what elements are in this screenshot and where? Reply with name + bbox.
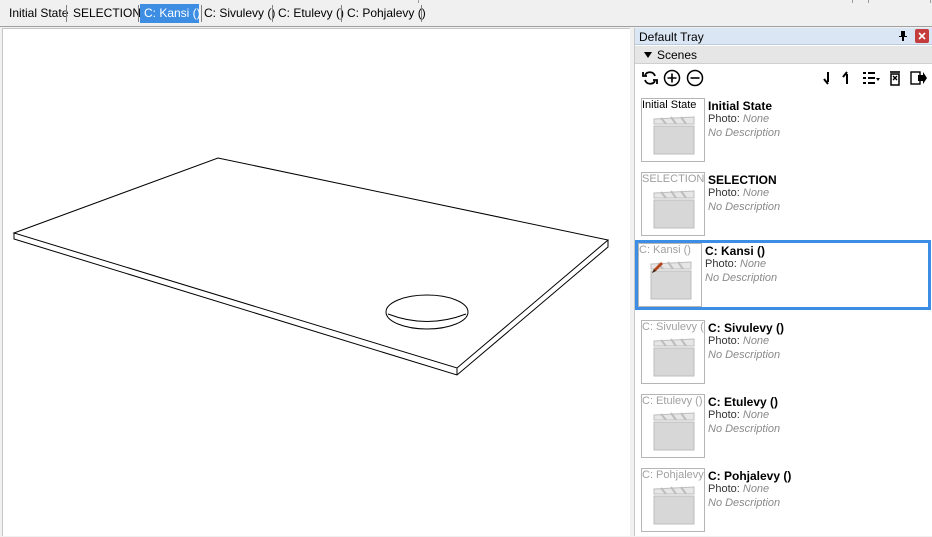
- view-options-icon[interactable]: [861, 68, 881, 88]
- pin-icon[interactable]: [896, 29, 910, 43]
- scene-thumbnail: C: Etulevy (): [641, 394, 705, 458]
- board-model: [12, 157, 610, 376]
- tab-pohjalevy[interactable]: C: Pohjalevy (): [343, 4, 430, 23]
- scene-name: C: Etulevy (): [708, 395, 779, 409]
- tab-kansi[interactable]: C: Kansi (): [140, 4, 201, 23]
- tab-separator: [138, 5, 139, 22]
- scene-tab-bar: Initial State SELECTION C: Kansi () C: S…: [0, 0, 932, 27]
- photo-label: Photo:: [708, 335, 740, 347]
- scene-photo: Photo: None: [708, 409, 769, 421]
- clapperboard-icon: [653, 338, 695, 377]
- scene-thumbnail: C: Sivulevy (): [641, 320, 705, 384]
- delete-icon[interactable]: [885, 68, 905, 88]
- photo-value: None: [742, 113, 770, 125]
- move-up-icon[interactable]: [837, 68, 857, 88]
- clapperboard-icon: [653, 116, 695, 155]
- thumbnail-label: C: Kansi (): [639, 244, 691, 256]
- tab-separator: [341, 5, 342, 22]
- thumbnail-label: C: Sivulevy (): [642, 321, 705, 333]
- scenes-toolbar: [635, 65, 932, 91]
- scene-list: Initial State Initial State Photo: None …: [635, 94, 932, 536]
- photo-label: Photo:: [708, 113, 740, 125]
- close-icon[interactable]: [915, 29, 929, 43]
- photo-value: None: [742, 187, 770, 199]
- scene-description: No Description: [705, 272, 778, 284]
- scene-item-sivulevy[interactable]: C: Sivulevy () C: Sivulevy () Photo: Non…: [637, 316, 931, 384]
- scene-thumbnail: C: Pohjalevy (): [641, 468, 705, 532]
- photo-value: None: [742, 335, 770, 347]
- scene-name: C: Pohjalevy (): [708, 469, 792, 483]
- window-edge: [0, 0, 932, 3]
- scene-name: SELECTION: [708, 173, 777, 187]
- tab-separator: [421, 5, 422, 22]
- photo-value: None: [742, 483, 770, 495]
- tray-title-bar: Default Tray: [635, 28, 932, 45]
- scene-item-etulevy[interactable]: C: Etulevy () C: Etulevy () Photo: None …: [637, 390, 931, 458]
- scene-photo: Photo: None: [705, 258, 766, 270]
- photo-label: Photo:: [705, 258, 737, 270]
- scene-name: C: Kansi (): [705, 244, 765, 258]
- photo-label: Photo:: [708, 409, 740, 421]
- scene-thumbnail: C: Kansi (): [638, 243, 702, 307]
- scene-photo: Photo: None: [708, 483, 769, 495]
- scene-description: No Description: [708, 497, 781, 509]
- thumbnail-label: Initial State: [642, 99, 697, 111]
- refresh-icon[interactable]: [640, 68, 660, 88]
- scene-thumbnail: Initial State: [641, 98, 705, 162]
- pencil-icon: [652, 262, 663, 273]
- photo-label: Photo:: [708, 483, 740, 495]
- move-down-icon[interactable]: [817, 68, 837, 88]
- scene-name: C: Sivulevy (): [708, 321, 785, 335]
- scene-photo: Photo: None: [708, 187, 769, 199]
- thumbnail-label: C: Pohjalevy (): [642, 469, 704, 481]
- board-top-face: [12, 157, 610, 369]
- scene-item-selection[interactable]: SELECTION SELECTION Photo: None No Descr…: [637, 168, 931, 236]
- scenes-section-header[interactable]: Scenes: [635, 46, 932, 64]
- tab-initial-state[interactable]: Initial State: [5, 4, 72, 23]
- remove-scene-icon[interactable]: [685, 68, 705, 88]
- tab-selection[interactable]: SELECTION: [69, 4, 145, 23]
- scene-item-kansi[interactable]: C: Kansi () C: Kansi () Photo: None No D…: [635, 240, 931, 310]
- export-icon[interactable]: [908, 68, 928, 88]
- scene-photo: Photo: None: [708, 335, 769, 347]
- thumbnail-label: SELECTION: [642, 173, 705, 185]
- scene-thumbnail: SELECTION: [641, 172, 705, 236]
- default-tray: Default Tray Scenes Initial State Initia…: [634, 28, 932, 536]
- scene-description: No Description: [708, 349, 781, 361]
- board-hole: [385, 294, 469, 330]
- scene-description: No Description: [708, 201, 781, 213]
- clapperboard-icon: [653, 190, 695, 229]
- clapperboard-icon: [653, 412, 695, 451]
- tab-separator: [66, 5, 67, 22]
- collapse-arrow-icon[interactable]: [643, 50, 653, 60]
- model-viewport[interactable]: [2, 28, 630, 536]
- photo-label: Photo:: [708, 187, 740, 199]
- tab-separator: [272, 5, 273, 22]
- scenes-label: Scenes: [657, 48, 698, 62]
- tab-sivulevy[interactable]: C: Sivulevy (): [200, 4, 279, 23]
- photo-value: None: [739, 258, 767, 270]
- scene-description: No Description: [708, 423, 781, 435]
- add-scene-icon[interactable]: [662, 68, 682, 88]
- scene-item-initial-state[interactable]: Initial State Initial State Photo: None …: [637, 94, 931, 162]
- thumbnail-label: C: Etulevy (): [642, 395, 703, 407]
- photo-value: None: [742, 409, 770, 421]
- tray-title: Default Tray: [639, 30, 704, 44]
- clapperboard-icon: [653, 486, 695, 525]
- scene-description: No Description: [708, 127, 781, 139]
- scene-photo: Photo: None: [708, 113, 769, 125]
- scene-item-pohjalevy[interactable]: C: Pohjalevy () C: Pohjalevy () Photo: N…: [637, 464, 931, 532]
- tab-etulevy[interactable]: C: Etulevy (): [274, 4, 348, 23]
- scene-name: Initial State: [708, 99, 773, 113]
